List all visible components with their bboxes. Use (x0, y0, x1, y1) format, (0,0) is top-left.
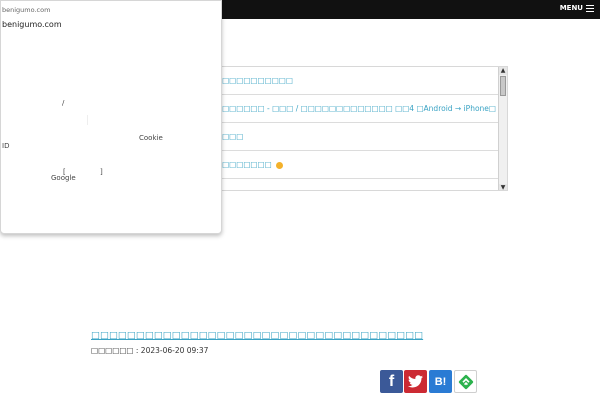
popup-site-name: benigumo.com (2, 20, 62, 29)
scroll-down-arrow-icon[interactable]: ▼ (499, 184, 507, 190)
twitter-share-button[interactable] (404, 370, 427, 393)
list-item[interactable]: □□□□□□□□ (201, 151, 499, 179)
feedly-button[interactable] (454, 370, 477, 393)
popup-id-text: ID (2, 142, 10, 150)
hatena-bookmark-button[interactable]: B! (429, 370, 452, 393)
popup-cookie-text: Cookie (139, 134, 163, 142)
menu-button[interactable]: MENU (560, 4, 594, 12)
scroll-thumb[interactable] (500, 76, 506, 96)
list-item-link[interactable]: □□□□□□□□□□□ (215, 76, 293, 85)
list-item-link[interactable]: □□□□□□□□ (215, 160, 272, 169)
article-title-link[interactable]: □□□□□□□□□□□□□□□□□□□□□□□□□□□□□□□□□□□□□ (91, 330, 423, 341)
menu-label: MENU (559, 4, 583, 12)
popup-google-text: Google (51, 174, 76, 182)
list-scrollbar[interactable]: ▲ ▼ (498, 67, 507, 190)
facebook-share-button[interactable]: f (380, 370, 403, 393)
list-item[interactable]: □□□□□□□ - □□□ / □□□□□□□□□□□□□ □□4 □Andro… (201, 95, 499, 123)
popup-slash: / (62, 99, 65, 107)
related-posts-list[interactable]: □□□□□□□□□□□ □□□□□□□ - □□□ / □□□□□□□□□□□□… (200, 66, 508, 191)
coin-icon (276, 161, 284, 169)
twitter-bird-icon (408, 375, 423, 388)
popup-site-url: benigumo.com (2, 6, 51, 14)
facebook-icon: f (388, 372, 395, 390)
list-item[interactable]: □□□□□□□□□□□ (201, 67, 499, 95)
consent-popup: benigumo.com benigumo.com / Cookie ID [ … (0, 0, 222, 234)
article-date: □□□□□□ : 2023-06-20 09:37 (91, 346, 209, 355)
scroll-up-arrow-icon[interactable]: ▲ (499, 67, 507, 75)
hamburger-icon (586, 4, 594, 12)
hatena-icon: B! (434, 375, 447, 388)
feedly-icon (458, 374, 473, 389)
list-item-link[interactable]: □□□□□□□ - □□□ / □□□□□□□□□□□□□ □□4 □Andro… (215, 104, 496, 113)
list-item[interactable]: □□□□ (201, 123, 499, 151)
popup-divider (87, 115, 88, 125)
popup-bracket-close: ] (100, 168, 103, 176)
